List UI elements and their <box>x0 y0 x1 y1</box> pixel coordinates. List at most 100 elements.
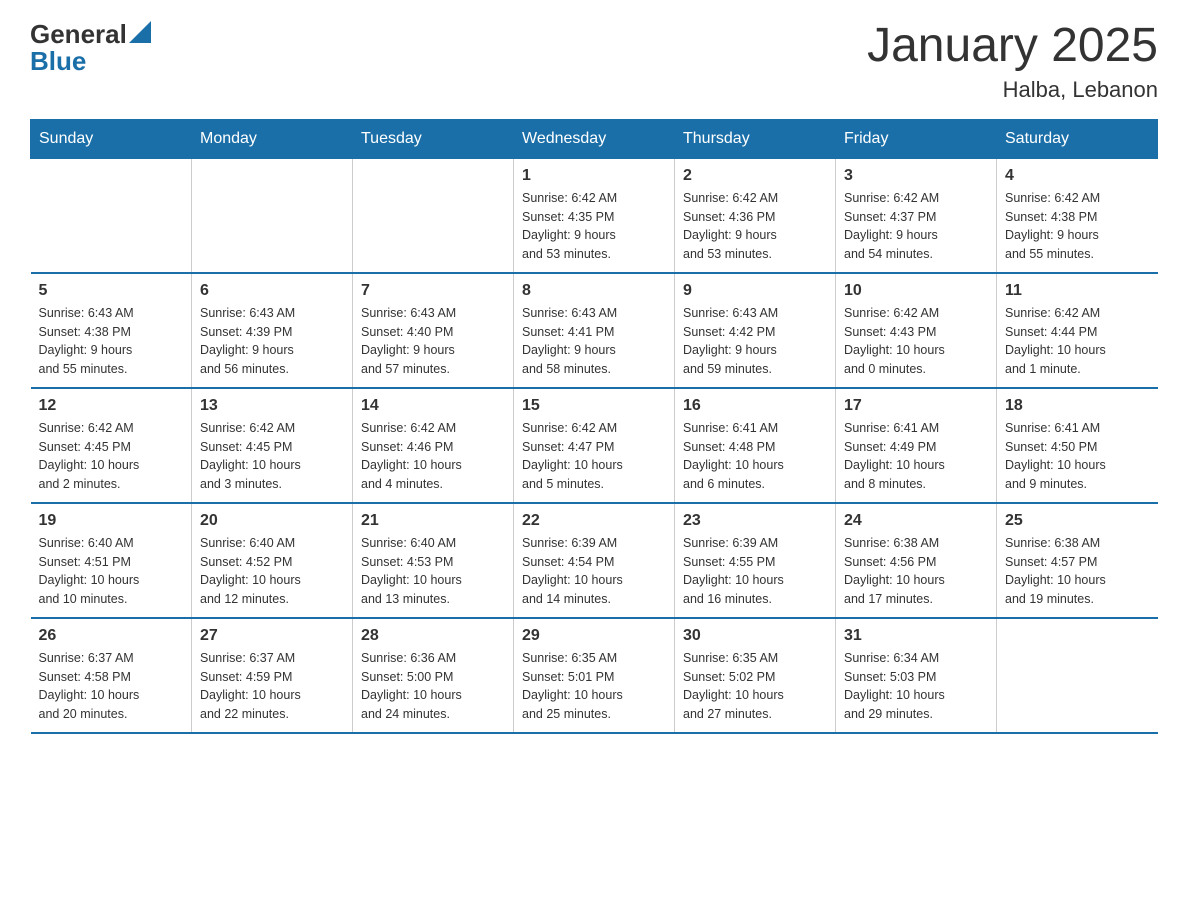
day-cell: 24 Sunrise: 6:38 AM Sunset: 4:56 PM Dayli… <box>836 503 997 618</box>
day-cell: 7Sunrise: 6:43 AM Sunset: 4:40 PM Daylig… <box>353 273 514 388</box>
day-number: 8 <box>522 282 666 300</box>
day-number: 24 <box>844 512 988 530</box>
header-row: SundayMondayTuesdayWednesdayThursdayFrid… <box>31 119 1158 158</box>
day-number: 22 <box>522 512 666 530</box>
day-info: Sunrise: 6:41 AM Sunset: 4:50 PM Dayligh… <box>1005 419 1150 494</box>
day-cell: 22 Sunrise: 6:39 AM Sunset: 4:54 PM Dayli… <box>514 503 675 618</box>
day-info: Sunrise: 6:42 AM Sunset: 4:47 PM Dayligh… <box>522 419 666 494</box>
day-info: Sunrise: 6:34 AM Sunset: 5:03 PM Dayligh… <box>844 649 988 724</box>
day-cell: 29 Sunrise: 6:35 AM Sunset: 5:01 PM Dayli… <box>514 618 675 733</box>
day-cell: 27 Sunrise: 6:37 AM Sunset: 4:59 PM Dayli… <box>192 618 353 733</box>
day-cell: 3 Sunrise: 6:42 AM Sunset: 4:37 PM Daylig… <box>836 158 997 273</box>
day-number: 15 <box>522 397 666 415</box>
day-info: Sunrise: 6:36 AM Sunset: 5:00 PM Dayligh… <box>361 649 505 724</box>
day-cell <box>353 158 514 273</box>
day-info: Sunrise: 6:39 AM Sunset: 4:54 PM Dayligh… <box>522 534 666 609</box>
day-info: Sunrise: 6:35 AM Sunset: 5:02 PM Dayligh… <box>683 649 827 724</box>
day-number: 21 <box>361 512 505 530</box>
day-cell: 6 Sunrise: 6:43 AM Sunset: 4:39 PM Daylig… <box>192 273 353 388</box>
day-number: 26 <box>39 627 184 645</box>
header-cell-wednesday: Wednesday <box>514 119 675 158</box>
day-info: Sunrise: 6:35 AM Sunset: 5:01 PM Dayligh… <box>522 649 666 724</box>
day-number: 27 <box>200 627 344 645</box>
day-cell <box>31 158 192 273</box>
day-number: 28 <box>361 627 505 645</box>
day-number: 25 <box>1005 512 1150 530</box>
day-info: Sunrise: 6:43 AM Sunset: 4:41 PM Dayligh… <box>522 304 666 379</box>
day-cell <box>192 158 353 273</box>
day-number: 3 <box>844 167 988 185</box>
day-cell: 18 Sunrise: 6:41 AM Sunset: 4:50 PM Dayli… <box>997 388 1158 503</box>
day-number: 10 <box>844 282 988 300</box>
day-number: 18 <box>1005 397 1150 415</box>
day-number: 20 <box>200 512 344 530</box>
calendar-table: SundayMondayTuesdayWednesdayThursdayFrid… <box>30 119 1158 734</box>
day-number: 17 <box>844 397 988 415</box>
day-info: Sunrise: 6:42 AM Sunset: 4:45 PM Dayligh… <box>39 419 184 494</box>
day-number: 12 <box>39 397 184 415</box>
day-info: Sunrise: 6:40 AM Sunset: 4:51 PM Dayligh… <box>39 534 184 609</box>
day-cell: 8 Sunrise: 6:43 AM Sunset: 4:41 PM Daylig… <box>514 273 675 388</box>
day-info: Sunrise: 6:41 AM Sunset: 4:49 PM Dayligh… <box>844 419 988 494</box>
day-cell: 13 Sunrise: 6:42 AM Sunset: 4:45 PM Dayli… <box>192 388 353 503</box>
day-cell: 11 Sunrise: 6:42 AM Sunset: 4:44 PM Dayli… <box>997 273 1158 388</box>
day-cell: 21 Sunrise: 6:40 AM Sunset: 4:53 PM Dayli… <box>353 503 514 618</box>
day-cell: 28 Sunrise: 6:36 AM Sunset: 5:00 PM Dayli… <box>353 618 514 733</box>
day-number: 5 <box>39 282 184 300</box>
week-row-1: 1 Sunrise: 6:42 AM Sunset: 4:35 PM Daylig… <box>31 158 1158 273</box>
week-row-2: 5 Sunrise: 6:43 AM Sunset: 4:38 PM Daylig… <box>31 273 1158 388</box>
day-number: 13 <box>200 397 344 415</box>
day-info: Sunrise: 6:43 AM Sunset: 4:40 PM Dayligh… <box>361 304 505 379</box>
day-info: Sunrise: 6:43 AM Sunset: 4:38 PM Dayligh… <box>39 304 184 379</box>
header-cell-thursday: Thursday <box>675 119 836 158</box>
day-number: 19 <box>39 512 184 530</box>
day-cell: 1 Sunrise: 6:42 AM Sunset: 4:35 PM Daylig… <box>514 158 675 273</box>
week-row-3: 12 Sunrise: 6:42 AM Sunset: 4:45 PM Dayli… <box>31 388 1158 503</box>
day-cell: 30Sunrise: 6:35 AM Sunset: 5:02 PM Dayli… <box>675 618 836 733</box>
header: General Blue January 2025 Halba, Lebanon <box>30 20 1158 103</box>
day-info: Sunrise: 6:42 AM Sunset: 4:44 PM Dayligh… <box>1005 304 1150 379</box>
location: Halba, Lebanon <box>867 77 1158 103</box>
day-cell <box>997 618 1158 733</box>
day-info: Sunrise: 6:37 AM Sunset: 4:59 PM Dayligh… <box>200 649 344 724</box>
day-cell: 10 Sunrise: 6:42 AM Sunset: 4:43 PM Dayli… <box>836 273 997 388</box>
day-number: 1 <box>522 167 666 185</box>
day-info: Sunrise: 6:43 AM Sunset: 4:39 PM Dayligh… <box>200 304 344 379</box>
day-number: 6 <box>200 282 344 300</box>
day-number: 4 <box>1005 167 1150 185</box>
day-info: Sunrise: 6:40 AM Sunset: 4:52 PM Dayligh… <box>200 534 344 609</box>
day-number: 11 <box>1005 282 1150 300</box>
day-cell: 26Sunrise: 6:37 AM Sunset: 4:58 PM Dayli… <box>31 618 192 733</box>
logo-general: General <box>30 20 127 49</box>
day-info: Sunrise: 6:41 AM Sunset: 4:48 PM Dayligh… <box>683 419 827 494</box>
header-cell-monday: Monday <box>192 119 353 158</box>
logo: General Blue <box>30 20 151 75</box>
day-cell: 17 Sunrise: 6:41 AM Sunset: 4:49 PM Dayli… <box>836 388 997 503</box>
day-cell: 14 Sunrise: 6:42 AM Sunset: 4:46 PM Dayli… <box>353 388 514 503</box>
day-number: 14 <box>361 397 505 415</box>
day-number: 29 <box>522 627 666 645</box>
day-info: Sunrise: 6:42 AM Sunset: 4:43 PM Dayligh… <box>844 304 988 379</box>
day-info: Sunrise: 6:42 AM Sunset: 4:35 PM Dayligh… <box>522 189 666 264</box>
day-info: Sunrise: 6:42 AM Sunset: 4:46 PM Dayligh… <box>361 419 505 494</box>
day-cell: 15 Sunrise: 6:42 AM Sunset: 4:47 PM Dayli… <box>514 388 675 503</box>
day-cell: 9Sunrise: 6:43 AM Sunset: 4:42 PM Daylig… <box>675 273 836 388</box>
day-cell: 4 Sunrise: 6:42 AM Sunset: 4:38 PM Daylig… <box>997 158 1158 273</box>
header-cell-tuesday: Tuesday <box>353 119 514 158</box>
logo-blue: Blue <box>30 47 151 76</box>
main-title: January 2025 <box>867 20 1158 73</box>
day-cell: 16Sunrise: 6:41 AM Sunset: 4:48 PM Dayli… <box>675 388 836 503</box>
day-info: Sunrise: 6:38 AM Sunset: 4:56 PM Dayligh… <box>844 534 988 609</box>
day-cell: 19 Sunrise: 6:40 AM Sunset: 4:51 PM Dayli… <box>31 503 192 618</box>
calendar-body: 1 Sunrise: 6:42 AM Sunset: 4:35 PM Daylig… <box>31 158 1158 733</box>
day-info: Sunrise: 6:42 AM Sunset: 4:45 PM Dayligh… <box>200 419 344 494</box>
day-cell: 12 Sunrise: 6:42 AM Sunset: 4:45 PM Dayli… <box>31 388 192 503</box>
day-info: Sunrise: 6:42 AM Sunset: 4:37 PM Dayligh… <box>844 189 988 264</box>
day-number: 31 <box>844 627 988 645</box>
day-number: 2 <box>683 167 827 185</box>
day-cell: 31 Sunrise: 6:34 AM Sunset: 5:03 PM Dayli… <box>836 618 997 733</box>
week-row-4: 19 Sunrise: 6:40 AM Sunset: 4:51 PM Dayli… <box>31 503 1158 618</box>
header-cell-saturday: Saturday <box>997 119 1158 158</box>
day-info: Sunrise: 6:42 AM Sunset: 4:38 PM Dayligh… <box>1005 189 1150 264</box>
day-info: Sunrise: 6:40 AM Sunset: 4:53 PM Dayligh… <box>361 534 505 609</box>
